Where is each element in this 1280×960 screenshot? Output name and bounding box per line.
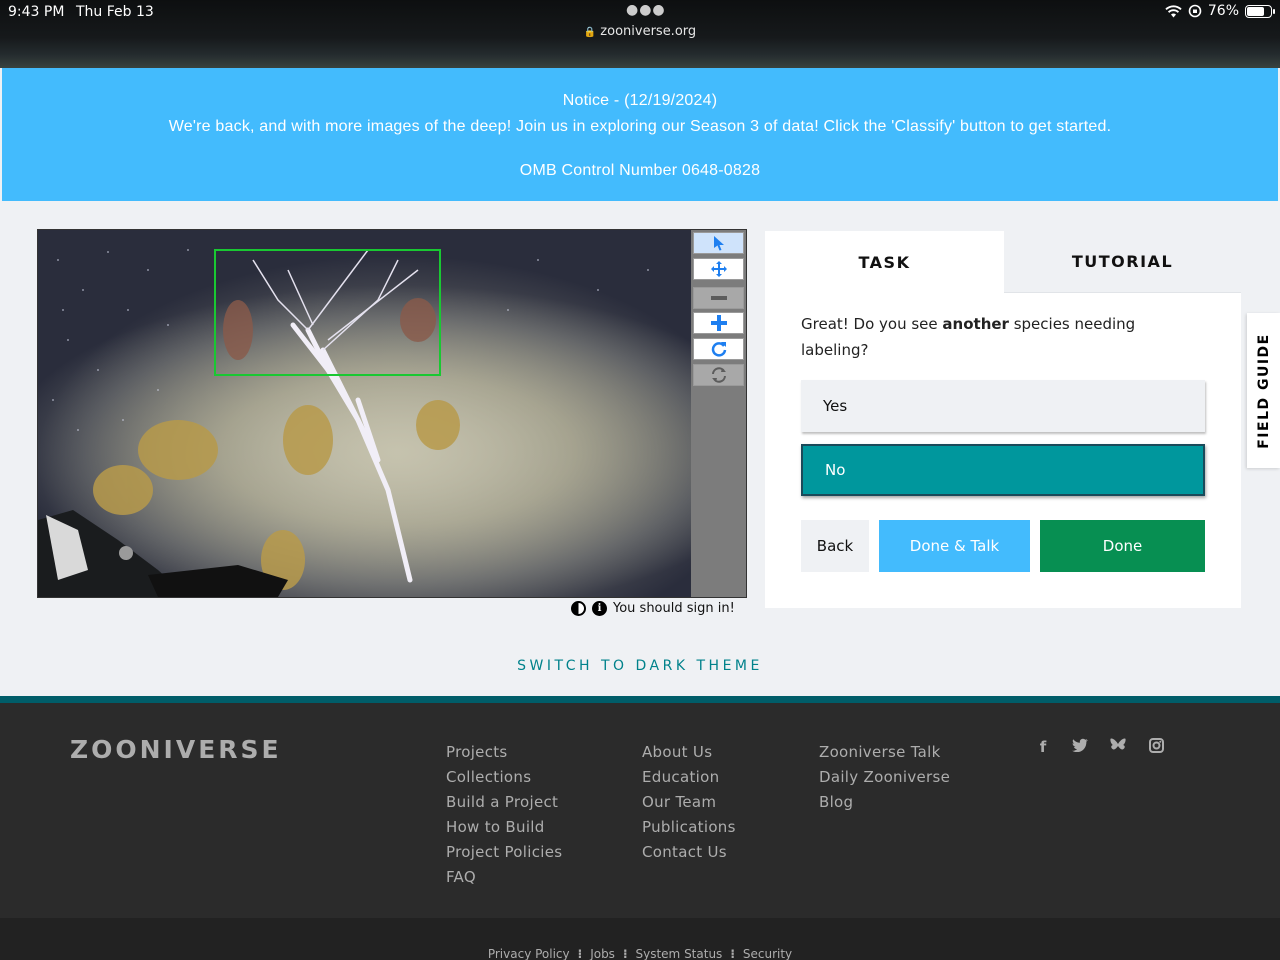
zooniverse-logo[interactable]: ZOONIVERSE xyxy=(70,735,282,764)
battery-percent: 76% xyxy=(1207,3,1239,19)
address-bar[interactable]: 🔒 zooniverse.org xyxy=(0,24,1280,39)
legal-links: Privacy Policy ⁝ Jobs ⁝ System Status ⁝ Securi… xyxy=(0,947,1280,960)
footer-link-how-to-build[interactable]: How to Build xyxy=(446,815,562,840)
subject-viewer xyxy=(37,229,747,598)
field-guide-tab[interactable]: FIELD GUIDE xyxy=(1247,313,1280,468)
footer-link-project-policies[interactable]: Project Policies xyxy=(446,840,562,865)
legal-link-system-status[interactable]: System Status xyxy=(636,947,723,960)
bounding-box-annotation[interactable] xyxy=(214,249,441,376)
separator: ⁝ xyxy=(622,947,628,960)
reset-icon[interactable] xyxy=(693,364,744,386)
task-question: Great! Do you see another species needin… xyxy=(801,311,1181,363)
answer-no-button[interactable]: No xyxy=(801,444,1205,496)
footer-divider xyxy=(0,696,1280,703)
status-indicators: 76% xyxy=(1165,3,1275,19)
back-button[interactable]: Back xyxy=(801,520,869,572)
separator: ⁝ xyxy=(730,947,735,960)
zoom-in-icon[interactable] xyxy=(693,312,744,334)
footer-link-faq[interactable]: FAQ xyxy=(446,865,562,890)
notice-omb: OMB Control Number 0648-0828 xyxy=(519,162,761,179)
done-and-talk-button[interactable]: Done & Talk xyxy=(879,520,1030,572)
footer-link-daily-zooniverse[interactable]: Daily Zooniverse xyxy=(819,765,950,790)
footer-legal-bar: Privacy Policy ⁝ Jobs ⁝ System Status ⁝ Securi… xyxy=(0,918,1280,960)
legal-link-jobs[interactable]: Jobs xyxy=(590,947,615,960)
image-toolbar xyxy=(691,230,746,597)
done-button[interactable]: Done xyxy=(1040,520,1205,572)
notice-title: Notice - (12/19/2024) xyxy=(562,92,718,109)
zoom-out-icon[interactable] xyxy=(693,287,744,309)
info-icon[interactable]: i xyxy=(592,601,607,616)
facebook-icon[interactable]: f xyxy=(1033,738,1053,758)
site-footer: ZOONIVERSE Projects Collections Build a … xyxy=(0,703,1280,918)
status-date: Thu Feb 13 xyxy=(76,4,154,20)
multitasking-dots-icon[interactable]: ●●● xyxy=(626,2,666,18)
question-text-bold: another xyxy=(942,315,1009,333)
tab-tutorial[interactable]: TUTORIAL xyxy=(1004,231,1241,293)
footer-link-zooniverse-talk[interactable]: Zooniverse Talk xyxy=(819,740,950,765)
status-time: 9:43 PM xyxy=(8,4,65,20)
device-status-bar: 9:43 PM Thu Feb 13 ●●● 🔒 zooniverse.org 7… xyxy=(0,0,1280,68)
twitter-icon[interactable] xyxy=(1070,738,1090,758)
rotate-icon[interactable] xyxy=(693,338,744,360)
footer-column-talk: Zooniverse Talk Daily Zooniverse Blog xyxy=(819,740,950,815)
notice-banner: Notice - (12/19/2024) We're back, and wi… xyxy=(2,68,1278,201)
signin-notice: i You should sign in! xyxy=(571,601,735,616)
footer-link-projects[interactable]: Projects xyxy=(446,740,562,765)
orientation-lock-icon xyxy=(1188,4,1202,18)
footer-link-collections[interactable]: Collections xyxy=(446,765,562,790)
answer-yes-button[interactable]: Yes xyxy=(801,380,1205,432)
field-guide-label: FIELD GUIDE xyxy=(1255,332,1272,449)
footer-column-about: About Us Education Our Team Publications… xyxy=(642,740,736,865)
bluesky-icon[interactable] xyxy=(1108,738,1128,758)
footer-link-blog[interactable]: Blog xyxy=(819,790,950,815)
notice-message: We're back, and with more images of the … xyxy=(168,118,1112,135)
footer-link-our-team[interactable]: Our Team xyxy=(642,790,736,815)
footer-link-publications[interactable]: Publications xyxy=(642,815,736,840)
tab-task[interactable]: TASK xyxy=(765,231,1004,293)
footer-link-about-us[interactable]: About Us xyxy=(642,740,736,765)
lock-icon: 🔒 xyxy=(583,27,597,38)
footer-link-contact-us[interactable]: Contact Us xyxy=(642,840,736,865)
question-text-start: Great! Do you see xyxy=(801,315,943,333)
legal-link-security[interactable]: Security xyxy=(743,947,792,960)
footer-column-projects: Projects Collections Build a Project How… xyxy=(446,740,562,890)
pointer-icon[interactable] xyxy=(693,232,744,254)
answer-no-label: No xyxy=(825,461,846,479)
footer-link-build-a-project[interactable]: Build a Project xyxy=(446,790,562,815)
signin-text: You should sign in! xyxy=(613,601,735,616)
invert-colors-icon[interactable] xyxy=(571,601,586,616)
address-url: zooniverse.org xyxy=(600,24,697,39)
move-icon[interactable] xyxy=(693,258,744,280)
battery-icon xyxy=(1245,4,1275,18)
answer-yes-label: Yes xyxy=(823,397,848,415)
wifi-icon xyxy=(1165,4,1182,17)
subject-image[interactable] xyxy=(38,230,691,597)
instagram-icon[interactable] xyxy=(1146,738,1166,758)
separator: ⁝ xyxy=(577,947,583,960)
legal-link-privacy-policy[interactable]: Privacy Policy xyxy=(488,947,570,960)
footer-link-education[interactable]: Education xyxy=(642,765,736,790)
task-panel: TASK TUTORIAL Great! Do you see another … xyxy=(765,231,1241,608)
switch-dark-theme-link[interactable]: SWITCH TO DARK THEME xyxy=(0,658,1280,674)
